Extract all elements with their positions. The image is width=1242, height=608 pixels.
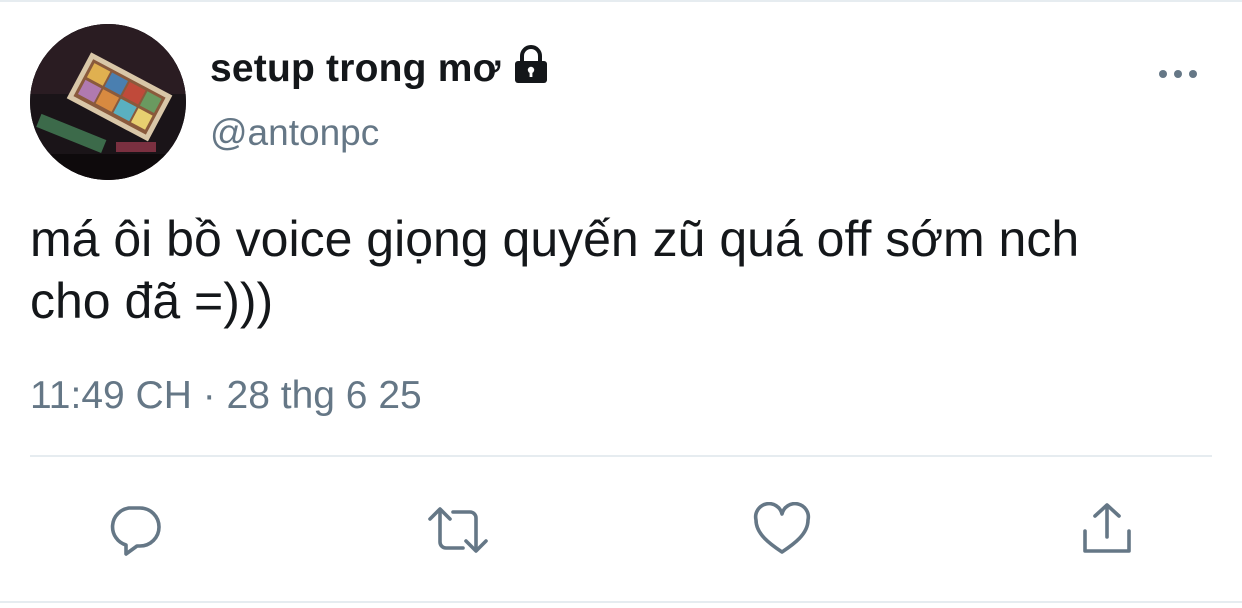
like-button[interactable]	[750, 498, 814, 562]
retweet-button[interactable]	[426, 498, 490, 562]
display-name-text: setup trong mơ	[210, 47, 501, 90]
share-button[interactable]	[1075, 498, 1139, 562]
reply-button[interactable]	[103, 498, 167, 562]
reply-icon	[110, 506, 161, 556]
bottom-border	[0, 601, 1242, 603]
retweet-icon	[428, 507, 488, 553]
display-name[interactable]: setup trong mơ	[210, 44, 551, 94]
top-border	[0, 0, 1242, 2]
tweet-text-line-2: cho đã =)))	[30, 273, 274, 329]
tweet-text: má ôi bồ voice giọng quyến zũ quá off sớ…	[30, 208, 1230, 332]
user-handle[interactable]: @antonpc	[210, 112, 379, 154]
share-icon	[1083, 503, 1131, 553]
divider	[30, 455, 1212, 457]
heart-icon	[753, 502, 811, 554]
more-options-button[interactable]	[1150, 58, 1206, 90]
avatar-image	[30, 24, 186, 180]
tweet-text-line-1: má ôi bồ voice giọng quyến zũ quá off sớ…	[30, 211, 1080, 267]
lock-icon	[511, 44, 551, 94]
tweet-timestamp[interactable]: 11:49 CH · 28 thg 6 25	[30, 374, 422, 418]
more-dots-icon	[1159, 70, 1197, 78]
avatar[interactable]	[30, 24, 186, 180]
